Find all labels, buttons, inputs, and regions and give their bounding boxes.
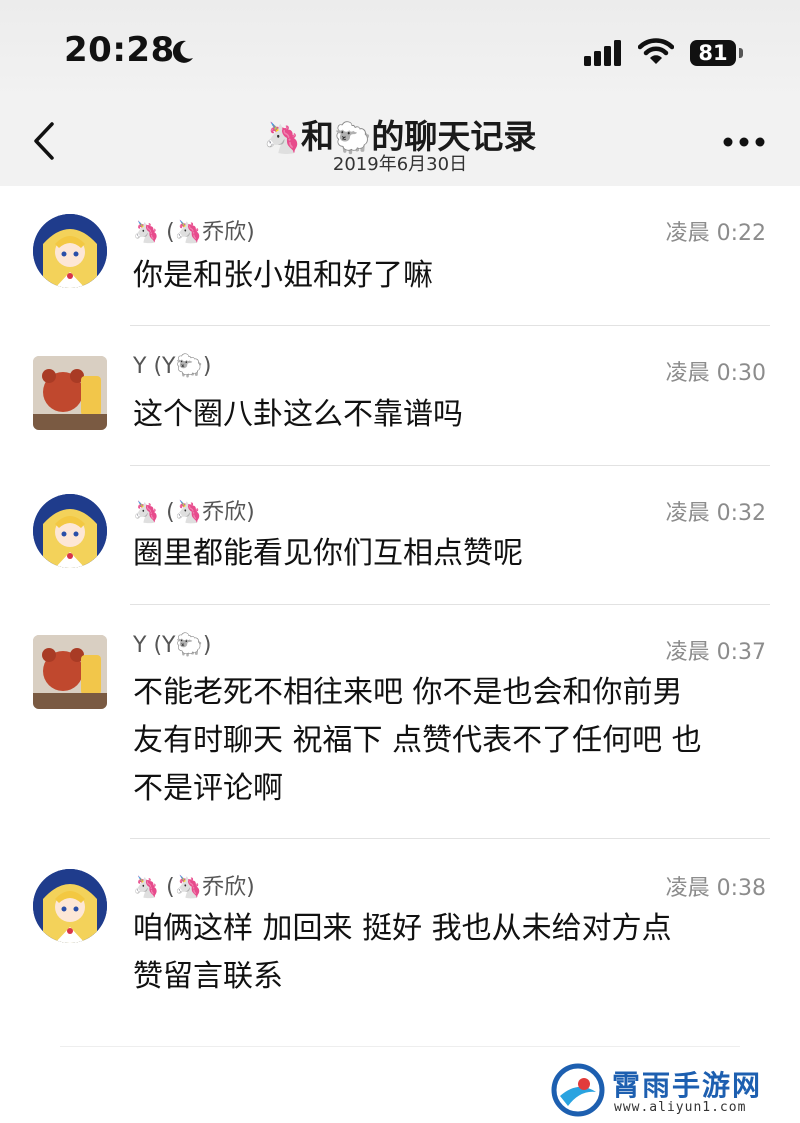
site-watermark: 霄雨手游网 www.aliyun1.com — [550, 1060, 790, 1120]
message-text: 咱俩这样 加回来 挺好 我也从未给对方点 赞留言联系 — [133, 905, 773, 1001]
avatar-bear-icon — [33, 635, 107, 709]
battery-icon: 81 — [690, 40, 736, 66]
message-time: 凌晨 0:32 — [665, 501, 766, 526]
sender-alias: (🦄乔欣) — [166, 500, 255, 525]
message-time: 凌晨 0:30 — [665, 361, 766, 386]
sender-initial: Y — [133, 354, 147, 379]
wifi-icon — [638, 38, 674, 64]
avatar-sailor[interactable] — [33, 214, 107, 288]
sender-initial: Y — [133, 633, 147, 658]
avatar-bear-icon — [33, 356, 107, 430]
status-bar: 20:28 81 — [0, 0, 800, 100]
more-icon[interactable] — [722, 135, 766, 149]
watermark-text: 霄雨手游网 — [612, 1069, 763, 1102]
message-line: 你是和张小姐和好了嘛 — [133, 258, 433, 293]
bottom-divider — [60, 1046, 740, 1047]
sender-alias: (Y🐑) — [153, 633, 212, 658]
message-line: 友有时聊天 祝福下 点赞代表不了任何吧 也 — [133, 723, 702, 758]
message-text: 这个圈八卦这么不靠谱吗 — [133, 391, 773, 439]
sender-name: Y (Y🐑) — [133, 354, 211, 379]
message-text: 你是和张小姐和好了嘛 — [133, 252, 773, 300]
sender-alias: (Y🐑) — [153, 354, 212, 379]
watermark-url: www.aliyun1.com — [614, 1100, 747, 1115]
avatar-sailor[interactable] — [33, 869, 107, 943]
message-line: 圈里都能看见你们互相点赞呢 — [133, 536, 523, 571]
sender-name: 🦄 (🦄乔欣) — [133, 214, 255, 246]
sender-name: 🦄 (🦄乔欣) — [133, 494, 255, 526]
sender-emoji: 🦄 — [133, 875, 160, 899]
divider — [130, 465, 770, 466]
status-time: 20:28 — [64, 30, 175, 70]
message-line: 赞留言联系 — [133, 959, 283, 994]
sender-name: Y (Y🐑) — [133, 633, 211, 658]
divider — [130, 325, 770, 326]
signal-icon — [584, 40, 621, 66]
message-time: 凌晨 0:38 — [665, 876, 766, 901]
divider — [130, 838, 770, 839]
message-text: 不能老死不相往来吧 你不是也会和你前男 友有时聊天 祝福下 点赞代表不了任何吧 … — [133, 669, 773, 813]
chat-date: 2019年6月30日 — [332, 154, 468, 175]
avatar-sailor-icon — [33, 869, 107, 943]
sender-name: 🦄 (🦄乔欣) — [133, 869, 255, 901]
battery-tip — [739, 48, 743, 58]
message-time: 凌晨 0:37 — [665, 640, 766, 665]
sender-emoji: 🦄 — [133, 500, 160, 524]
message-time: 凌晨 0:22 — [665, 221, 766, 246]
avatar-sailor-icon — [33, 214, 107, 288]
watermark-logo-icon — [551, 1063, 605, 1117]
moon-icon — [172, 40, 193, 63]
divider — [130, 604, 770, 605]
message-line: 这个圈八卦这么不靠谱吗 — [133, 397, 463, 432]
message-line: 不能老死不相往来吧 你不是也会和你前男 — [133, 675, 683, 710]
avatar-sailor-icon — [33, 494, 107, 568]
message-text: 圈里都能看见你们互相点赞呢 — [133, 530, 773, 578]
sender-emoji: 🦄 — [133, 220, 160, 244]
avatar-bear[interactable] — [33, 635, 107, 709]
message-line: 咱俩这样 加回来 挺好 我也从未给对方点 — [133, 911, 672, 946]
avatar-bear[interactable] — [33, 356, 107, 430]
message-line: 不是评论啊 — [133, 771, 283, 806]
sender-alias: (🦄乔欣) — [166, 220, 255, 245]
avatar-sailor[interactable] — [33, 494, 107, 568]
sender-alias: (🦄乔欣) — [166, 875, 255, 900]
